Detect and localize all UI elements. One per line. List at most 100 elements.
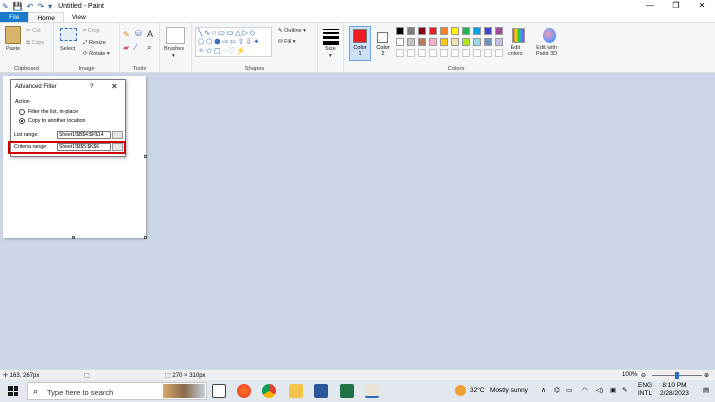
palette-swatch[interactable] bbox=[407, 38, 415, 46]
paint3d-icon[interactable] bbox=[543, 28, 556, 43]
palette-swatch[interactable] bbox=[396, 38, 404, 46]
eraser-icon[interactable]: ▰ bbox=[123, 43, 129, 52]
word-icon[interactable] bbox=[314, 384, 328, 398]
size-lines-icon[interactable] bbox=[323, 29, 339, 45]
select-button[interactable]: Select bbox=[60, 46, 75, 52]
palette-swatch-empty[interactable] bbox=[418, 49, 426, 57]
color1-button[interactable]: Color 1 bbox=[349, 26, 371, 61]
zoom-out-button[interactable]: ⊖ bbox=[641, 372, 646, 379]
color2-button[interactable]: Color 2 bbox=[373, 26, 393, 61]
copy-button[interactable]: ⧉ Copy bbox=[26, 40, 44, 47]
minimize-button[interactable]: — bbox=[637, 0, 663, 12]
file-explorer-icon[interactable] bbox=[289, 384, 303, 398]
palette-swatch[interactable] bbox=[484, 38, 492, 46]
excel-icon[interactable] bbox=[340, 384, 354, 398]
wifi-icon[interactable]: ◠ bbox=[582, 386, 588, 394]
text-icon[interactable]: A bbox=[147, 29, 153, 39]
palette-swatch[interactable] bbox=[440, 38, 448, 46]
palette-swatch-empty[interactable] bbox=[484, 49, 492, 57]
paint-taskbar-icon[interactable] bbox=[365, 384, 379, 398]
palette-swatch-empty[interactable] bbox=[495, 49, 503, 57]
crop-button[interactable]: ⌗ Crop bbox=[83, 28, 100, 35]
size-chevron-icon[interactable]: ▾ bbox=[329, 53, 332, 59]
palette-swatch-empty[interactable] bbox=[407, 49, 415, 57]
color2-swatch bbox=[377, 32, 388, 43]
language-indicator[interactable]: ENG INTL bbox=[638, 382, 652, 398]
show-hidden-icons-icon[interactable]: ∧ bbox=[541, 386, 546, 394]
clock[interactable]: 8:10 PM 2/28/2023 bbox=[660, 382, 689, 398]
zoom-in-button[interactable]: ⊕ bbox=[704, 372, 709, 379]
tab-file[interactable]: File bbox=[0, 12, 29, 22]
volume-icon[interactable]: ◁) bbox=[596, 386, 603, 394]
pencil-icon[interactable]: ✎ bbox=[123, 30, 130, 39]
palette-swatch[interactable] bbox=[462, 27, 470, 35]
palette-swatch-empty[interactable] bbox=[396, 49, 404, 57]
edit-with-paint3d-button[interactable]: Edit with Paint 3D bbox=[536, 45, 557, 57]
palette-swatch-empty[interactable] bbox=[451, 49, 459, 57]
palette-swatch[interactable] bbox=[484, 27, 492, 35]
save-icon[interactable]: 💾 bbox=[13, 2, 23, 11]
fill-button[interactable]: ⛁ Fill ▾ bbox=[278, 39, 295, 45]
brushes-chevron-icon[interactable]: ▾ bbox=[172, 53, 175, 59]
size-button[interactable]: Size bbox=[325, 46, 336, 52]
outline-button[interactable]: ✎ Outline ▾ bbox=[278, 28, 306, 34]
palette-swatch[interactable] bbox=[495, 38, 503, 46]
canvas-resize-handle-right[interactable] bbox=[144, 155, 147, 158]
canvas-resize-handle-bottom[interactable] bbox=[72, 236, 75, 239]
palette-swatch[interactable] bbox=[429, 27, 437, 35]
brushes-button[interactable]: Brushes bbox=[164, 46, 184, 52]
magnifier-icon[interactable]: ⌕ bbox=[147, 43, 151, 53]
zoom-slider-thumb[interactable] bbox=[675, 372, 679, 379]
redo-icon[interactable]: ↷ bbox=[37, 2, 44, 11]
pen-icon[interactable]: ✎ bbox=[622, 386, 627, 394]
canvas-resize-handle-corner[interactable] bbox=[144, 236, 147, 239]
customize-chevron-icon[interactable]: ▾ bbox=[48, 2, 52, 11]
taskbar-search-box[interactable]: ⌕ Type here to search bbox=[27, 382, 207, 400]
palette-swatch[interactable] bbox=[451, 27, 459, 35]
palette-swatch[interactable] bbox=[495, 27, 503, 35]
color-picker-icon[interactable]: ⁄ bbox=[135, 43, 136, 52]
paste-button[interactable]: Paste bbox=[6, 46, 20, 52]
weather-text[interactable]: Mostly sunny bbox=[490, 387, 528, 394]
palette-swatch-empty[interactable] bbox=[429, 49, 437, 57]
fill-bucket-icon[interactable]: ⛁ bbox=[135, 29, 142, 38]
palette-swatch[interactable] bbox=[396, 27, 404, 35]
camera-icon[interactable]: ▣ bbox=[610, 386, 616, 394]
tab-home[interactable]: Home bbox=[28, 12, 64, 22]
windows-start-icon[interactable] bbox=[8, 386, 18, 396]
edit-colors-button[interactable]: Edit colors bbox=[508, 45, 523, 57]
tab-view[interactable]: View bbox=[64, 12, 94, 22]
palette-swatch-empty[interactable] bbox=[440, 49, 448, 57]
restore-button[interactable]: ❐ bbox=[663, 0, 689, 12]
resize-button[interactable]: ⤢ Resize bbox=[83, 40, 106, 47]
undo-icon[interactable]: ↶ bbox=[27, 2, 34, 11]
palette-swatch[interactable] bbox=[418, 27, 426, 35]
battery-icon[interactable]: ▭ bbox=[566, 386, 572, 394]
weather-temp[interactable]: 32°C bbox=[470, 387, 485, 394]
clipboard-group-label: Clipboard bbox=[14, 66, 39, 72]
select-icon[interactable] bbox=[60, 28, 77, 41]
notifications-icon[interactable]: ▤ bbox=[703, 386, 709, 394]
palette-swatch[interactable] bbox=[440, 27, 448, 35]
palette-swatch[interactable] bbox=[451, 38, 459, 46]
palette-swatch[interactable] bbox=[462, 38, 470, 46]
rotate-button[interactable]: ⟳ Rotate ▾ bbox=[83, 51, 110, 57]
network-icon[interactable]: ⌬ bbox=[554, 386, 560, 394]
palette-swatch[interactable] bbox=[473, 38, 481, 46]
close-button[interactable]: ✕ bbox=[689, 0, 715, 12]
cut-button[interactable]: ✂ Cut bbox=[26, 28, 41, 34]
palette-swatch[interactable] bbox=[429, 38, 437, 46]
task-view-icon[interactable] bbox=[212, 384, 226, 398]
palette-swatch[interactable] bbox=[418, 38, 426, 46]
palette-swatch-empty[interactable] bbox=[473, 49, 481, 57]
palette-swatch[interactable] bbox=[407, 27, 415, 35]
paste-icon[interactable] bbox=[5, 26, 21, 44]
palette-swatch[interactable] bbox=[473, 27, 481, 35]
search-highlight-image bbox=[163, 384, 205, 398]
edit-colors-icon[interactable] bbox=[512, 28, 525, 43]
firefox-icon[interactable] bbox=[237, 384, 251, 398]
palette-swatch-empty[interactable] bbox=[462, 49, 470, 57]
chrome-icon[interactable] bbox=[262, 384, 276, 398]
shapes-gallery[interactable]: ╲∿○▭▭△▷◇ ⬠⬡⬢⇨⇦⇧⇩✦ ✧✩▢◌♡⚡ bbox=[195, 27, 272, 57]
brush-icon[interactable] bbox=[166, 27, 185, 44]
